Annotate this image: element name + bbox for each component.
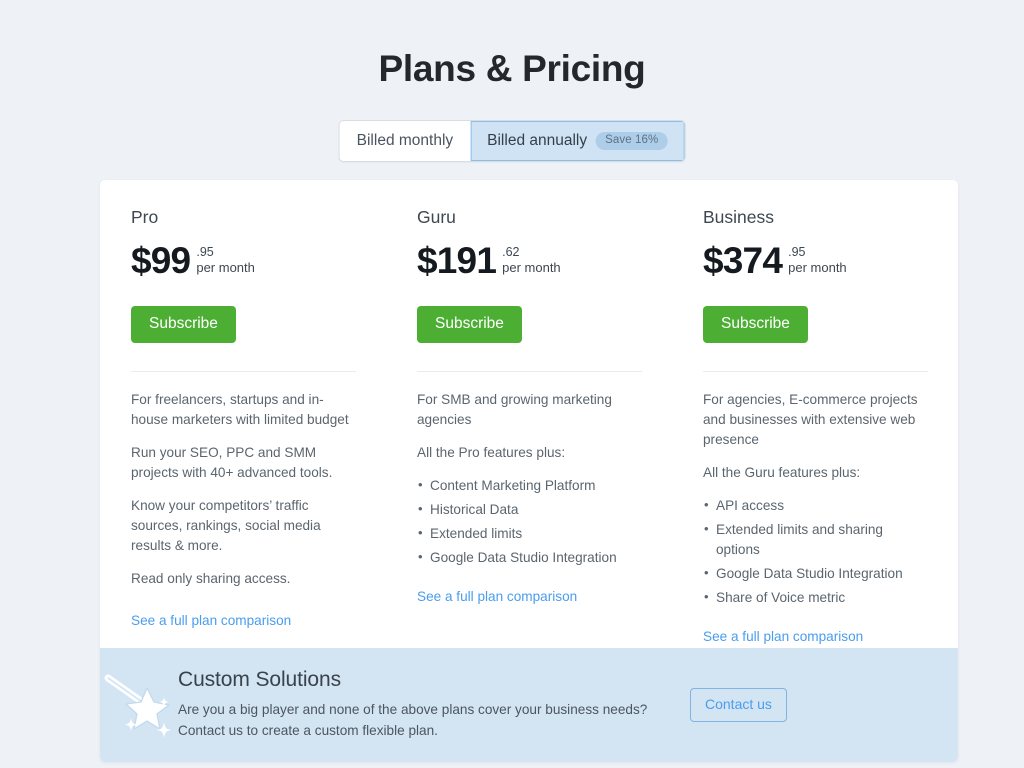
contact-us-button[interactable]: Contact us — [690, 688, 787, 722]
magic-wand-icon — [104, 674, 172, 738]
plan-body-pro: For freelancers, startups and in-house m… — [131, 372, 356, 630]
list-item: Extended limits and sharing options — [703, 519, 928, 560]
price-cents-business: .95 — [788, 245, 806, 259]
page-title: Plans & Pricing — [378, 48, 646, 89]
price-side-business: .95 per month — [788, 243, 847, 275]
pricing-card: Pro $99 .95 per month Subscribe For free… — [100, 180, 958, 762]
plan-paragraph: For agencies, E-commerce projects and bu… — [703, 392, 918, 448]
price-major-pro: $99 — [131, 240, 191, 281]
list-item: Content Marketing Platform — [417, 475, 642, 496]
plan-feature-list-guru: Content Marketing Platform Historical Da… — [417, 475, 642, 568]
plan-column-business: Business $374 .95 per month Subscribe Fo… — [672, 180, 958, 648]
plan-column-pro: Pro $99 .95 per month Subscribe For free… — [100, 180, 386, 648]
price-side-guru: .62 per month — [502, 243, 561, 275]
plan-name-business: Business — [703, 207, 775, 227]
price-major-business: $374 — [703, 240, 783, 281]
price-period-business: per month — [788, 259, 847, 275]
custom-solutions-description: Are you a big player and none of the abo… — [178, 702, 648, 738]
custom-solutions-text: Custom Solutions Are you a big player an… — [178, 668, 648, 741]
custom-solutions-title: Custom Solutions — [178, 668, 341, 692]
plan-price-pro: $99 .95 per month — [131, 240, 356, 287]
subscribe-button-business[interactable]: Subscribe — [703, 306, 808, 344]
list-item: API access — [703, 495, 928, 516]
list-item: Share of Voice metric — [703, 587, 928, 608]
list-item: Extended limits — [417, 523, 642, 544]
custom-solutions-band: Custom Solutions Are you a big player an… — [100, 648, 958, 762]
plan-paragraph: Read only sharing access. — [131, 571, 291, 587]
subscribe-button-pro[interactable]: Subscribe — [131, 306, 236, 344]
toggle-billed-monthly[interactable]: Billed monthly — [339, 121, 471, 161]
plan-paragraph: For freelancers, startups and in-house m… — [131, 392, 349, 428]
price-cents-guru: .62 — [502, 245, 520, 259]
subscribe-button-guru[interactable]: Subscribe — [417, 306, 522, 344]
plan-paragraph: Run your SEO, PPC and SMM projects with … — [131, 445, 333, 481]
plan-price-business: $374 .95 per month — [703, 240, 928, 287]
toggle-billed-annually-label: Billed annually — [487, 132, 588, 149]
plan-body-business: For agencies, E-commerce projects and bu… — [703, 372, 928, 646]
plan-column-guru: Guru $191 .62 per month Subscribe For SM… — [386, 180, 672, 648]
plan-name-pro: Pro — [131, 207, 159, 227]
plan-paragraph: Know your competitors’ traffic sources, … — [131, 498, 321, 554]
list-item: Historical Data — [417, 499, 642, 520]
list-item: Google Data Studio Integration — [703, 563, 928, 584]
plan-features-intro-business: All the Guru features plus: — [703, 465, 861, 481]
plans-row: Pro $99 .95 per month Subscribe For free… — [100, 180, 958, 648]
list-item: Google Data Studio Integration — [417, 547, 642, 568]
save-badge: Save 16% — [596, 131, 668, 151]
price-cents-pro: .95 — [196, 245, 214, 259]
price-period-guru: per month — [502, 259, 561, 275]
plan-price-guru: $191 .62 per month — [417, 240, 642, 287]
plan-feature-list-business: API access Extended limits and sharing o… — [703, 495, 928, 608]
plan-body-guru: For SMB and growing marketing agencies A… — [417, 372, 642, 606]
price-major-guru: $191 — [417, 240, 497, 281]
plan-comparison-link-guru[interactable]: See a full plan comparison — [417, 589, 577, 604]
price-side-pro: .95 per month — [196, 243, 255, 275]
plan-comparison-link-pro[interactable]: See a full plan comparison — [131, 613, 291, 628]
plan-comparison-link-business[interactable]: See a full plan comparison — [703, 629, 863, 644]
toggle-billed-annually[interactable]: Billed annually Save 16% — [470, 121, 685, 161]
plan-features-intro-guru: All the Pro features plus: — [417, 445, 566, 461]
price-period-pro: per month — [196, 259, 255, 275]
toggle-billed-monthly-label: Billed monthly — [356, 132, 454, 149]
pricing-page: Plans & Pricing Billed monthly Billed an… — [0, 0, 1024, 768]
billing-period-toggle[interactable]: Billed monthly Billed annually Save 16% — [338, 120, 686, 162]
plan-paragraph: For SMB and growing marketing agencies — [417, 392, 612, 428]
plan-name-guru: Guru — [417, 207, 456, 227]
